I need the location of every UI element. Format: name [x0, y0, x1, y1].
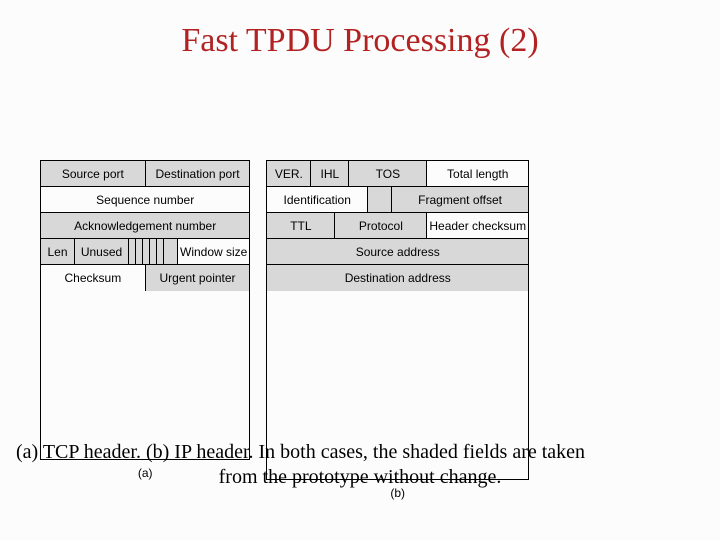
slide-title: Fast TPDU Processing (2)	[0, 22, 720, 60]
tcp-flag-tick	[157, 239, 164, 264]
tcp-flag-tick	[143, 239, 150, 264]
tcp-urgent-pointer: Urgent pointer	[146, 265, 250, 291]
ip-ver: VER.	[267, 161, 311, 186]
ip-tos: TOS	[349, 161, 427, 186]
tcp-window-size: Window size	[178, 239, 249, 264]
ip-source-address: Source address	[267, 239, 528, 264]
caption-line-1: (a) TCP header. (b) IP header. In both c…	[16, 441, 585, 463]
tcp-flag-tick	[129, 239, 136, 264]
caption-line-2: from the prototype without change.	[16, 465, 704, 490]
ip-ihl: IHL	[311, 161, 349, 186]
tcp-source-port: Source port	[41, 161, 146, 186]
tcp-flag-tick	[164, 239, 178, 264]
tcp-ack-number: Acknowledgement number	[41, 213, 249, 238]
ip-header-table: VER. IHL TOS Total length Identification…	[266, 160, 529, 480]
ip-flags	[368, 187, 392, 212]
tcp-flag-tick	[136, 239, 143, 264]
tcp-checksum: Checksum	[41, 265, 146, 291]
tcp-unused: Unused	[75, 239, 129, 264]
tcp-flag-tick	[150, 239, 157, 264]
ip-identification: Identification	[267, 187, 368, 212]
ip-dest-address: Destination address	[267, 265, 528, 291]
tcp-sequence-number: Sequence number	[41, 187, 249, 212]
ip-fragment-offset: Fragment offset	[392, 187, 528, 212]
tcp-header-table: Source port Destination port Sequence nu…	[40, 160, 250, 460]
tcp-len: Len	[41, 239, 75, 264]
ip-header-checksum: Header checksum	[427, 213, 528, 238]
ip-ttl: TTL	[267, 213, 335, 238]
tcp-dest-port: Destination port	[146, 161, 250, 186]
ip-total-length: Total length	[427, 161, 528, 186]
ip-protocol: Protocol	[335, 213, 427, 238]
caption: (a) TCP header. (b) IP header. In both c…	[16, 440, 704, 490]
